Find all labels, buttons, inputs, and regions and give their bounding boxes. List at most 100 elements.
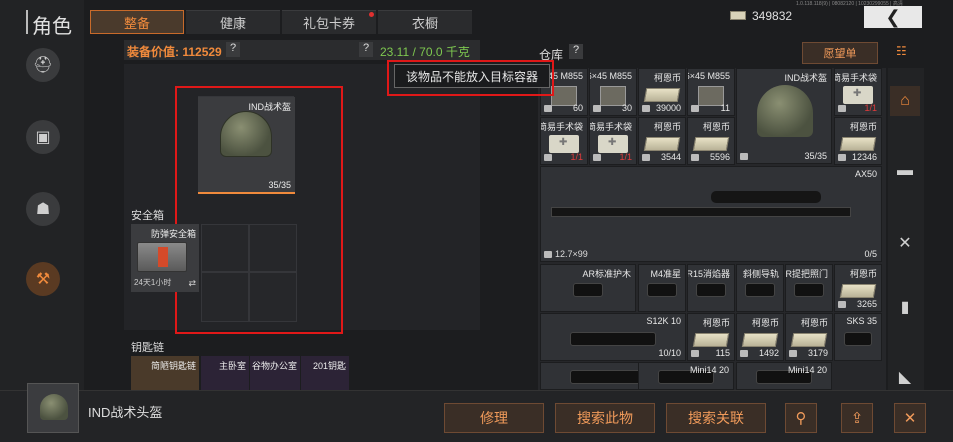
- lock-icon: [593, 105, 601, 112]
- lock-icon: [544, 105, 552, 112]
- warehouse-cell[interactable]: 5.56×45 M855 11: [687, 68, 735, 116]
- warehouse-cell[interactable]: Mini14 20: [638, 362, 734, 390]
- warehouse-cell[interactable]: 斜侧导轨: [736, 264, 784, 312]
- warehouse-cell[interactable]: 简易手术袋 1/1: [589, 117, 637, 165]
- safe-box-timer: 24天1小时: [134, 278, 172, 287]
- back-button[interactable]: ❮: [864, 6, 922, 28]
- tab-gift-cards[interactable]: 礼包卡券: [282, 10, 376, 34]
- warehouse-cell[interactable]: 柯恩币 3265: [834, 264, 882, 312]
- cell-quantity: 5596: [709, 152, 730, 162]
- tab-health[interactable]: 健康: [186, 10, 280, 34]
- cell-quantity: 3265: [856, 299, 877, 309]
- warehouse-cell[interactable]: 柯恩币 12346: [834, 117, 882, 165]
- vest-icon[interactable]: ▣: [26, 120, 60, 154]
- tab-equipment[interactable]: 整备: [90, 10, 184, 34]
- warehouse-cell[interactable]: 柯恩币 115: [687, 313, 735, 361]
- tab-gift-cards-label: 礼包卡券: [302, 16, 355, 31]
- warehouse-cell[interactable]: AR15消焰器: [687, 264, 735, 312]
- safe-box-item[interactable]: 防弹安全箱 24天1小时 ⇄: [131, 224, 199, 292]
- key-item[interactable]: 201钥匙: [301, 356, 349, 390]
- safe-slot[interactable]: [201, 224, 249, 272]
- safe-slot[interactable]: [249, 224, 297, 272]
- tools-icon[interactable]: ⚒: [26, 262, 60, 296]
- warehouse-cell[interactable]: 柯恩币 5596: [687, 117, 735, 165]
- key-item-name: 主卧室: [218, 361, 246, 371]
- cell-name: 5.56×45 M855: [688, 71, 730, 81]
- money-icon: [643, 137, 681, 151]
- warehouse-cell[interactable]: 柯恩币 1492: [736, 313, 784, 361]
- warehouse-cell[interactable]: Mini14 20: [736, 362, 832, 390]
- search-button[interactable]: ⚲: [785, 403, 817, 433]
- cell-name: AX50: [854, 169, 877, 179]
- grenade-icon[interactable]: ▮: [890, 292, 920, 322]
- share-button[interactable]: ⇪: [841, 403, 873, 433]
- warehouse-cell[interactable]: IND战术盔 35/35: [736, 68, 832, 164]
- cell-quantity: 35/35: [804, 151, 827, 161]
- cell-name: 简易手术袋: [540, 122, 583, 132]
- lock-icon: [593, 154, 601, 161]
- cell-name: S12K 10: [646, 316, 681, 326]
- warehouse-cell[interactable]: 5.56×45 M855 30: [589, 68, 637, 116]
- warehouse-cell[interactable]: 柯恩币 3544: [638, 117, 686, 165]
- cell-quantity: 3179: [807, 348, 828, 358]
- sort-icon[interactable]: ☷: [896, 44, 916, 60]
- warehouse-cell[interactable]: 简易手术袋 1/1: [834, 68, 882, 116]
- cell-quantity: 1492: [758, 348, 779, 358]
- key-item[interactable]: 谷物办公室: [250, 356, 300, 390]
- cell-name: 柯恩币: [751, 318, 779, 328]
- safe-slot[interactable]: [249, 272, 297, 322]
- cell-name: Mini14 20: [689, 365, 729, 375]
- cell-name: 柯恩币: [702, 122, 730, 132]
- flare-icon[interactable]: ◣: [890, 362, 920, 392]
- warehouse-cell[interactable]: 柯恩币 39000: [638, 68, 686, 116]
- warehouse-cell[interactable]: AR标准护木: [540, 264, 636, 312]
- money-icon: [839, 137, 877, 151]
- warehouse-cell[interactable]: AX50 0/5 12.7×99: [540, 166, 882, 262]
- tab-wardrobe[interactable]: 衣橱: [378, 10, 472, 34]
- lock-icon: [838, 105, 846, 112]
- cell-name: AR标准护木: [582, 269, 631, 279]
- warehouse-cell[interactable]: M4准星: [638, 264, 686, 312]
- warehouse-cell[interactable]: S12K 10 10/10: [540, 313, 686, 361]
- key-item[interactable]: 主卧室: [201, 356, 249, 390]
- page-title: 角色: [32, 16, 72, 38]
- rifle-icon[interactable]: ▬: [890, 156, 920, 186]
- key-item-name: 201钥匙: [312, 361, 346, 371]
- safe-slot[interactable]: [201, 272, 249, 322]
- cell-quantity: 30: [621, 103, 632, 113]
- lock-icon: [838, 154, 846, 161]
- mask-icon[interactable]: ☗: [26, 192, 60, 226]
- home-icon[interactable]: ⌂: [890, 86, 920, 116]
- value-help-button[interactable]: ?: [226, 42, 240, 57]
- weapon-part-icon: [647, 283, 677, 298]
- warehouse-cell[interactable]: SKS 35: [834, 313, 882, 361]
- cell-quantity: 3544: [660, 152, 681, 162]
- repair-button[interactable]: 修理: [444, 403, 544, 433]
- close-button[interactable]: ✕: [894, 403, 926, 433]
- warehouse-cell[interactable]: 柯恩币 3179: [785, 313, 833, 361]
- surgery-bag-icon: [549, 135, 579, 153]
- cell-name: 柯恩币: [849, 122, 877, 132]
- rifle-icon: [551, 207, 851, 217]
- safe-box-title: 安全箱: [131, 210, 164, 222]
- cell-name: 简易手术袋: [589, 122, 632, 132]
- melee-icon[interactable]: ✕: [890, 228, 920, 258]
- keychain-item[interactable]: 简陋钥匙链: [131, 356, 199, 390]
- cell-quantity: 12346: [851, 152, 877, 162]
- search-item-button[interactable]: 搜索此物: [555, 403, 655, 433]
- swap-icon: ⇄: [188, 278, 196, 288]
- selected-item-name: IND战术头盔: [88, 405, 163, 420]
- share-icon: ⇪: [850, 410, 864, 427]
- cell-quantity: 39000: [655, 103, 681, 113]
- cell-name: 柯恩币: [653, 122, 681, 132]
- lock-icon: [789, 350, 797, 357]
- warehouse-cell[interactable]: AR提把照门: [785, 264, 833, 312]
- warehouse-help-button[interactable]: ?: [569, 44, 583, 59]
- surgery-bag-icon: [598, 135, 628, 153]
- warehouse-cell[interactable]: 简易手术袋 1/1: [540, 117, 588, 165]
- weight-help-button[interactable]: ?: [359, 42, 373, 57]
- search-related-button[interactable]: 搜索关联: [666, 403, 766, 433]
- character-armor-icon[interactable]: ⛑: [26, 48, 60, 82]
- wishlist-button[interactable]: 愿望单: [802, 42, 878, 64]
- cell-name: 5.56×45 M855: [590, 71, 632, 81]
